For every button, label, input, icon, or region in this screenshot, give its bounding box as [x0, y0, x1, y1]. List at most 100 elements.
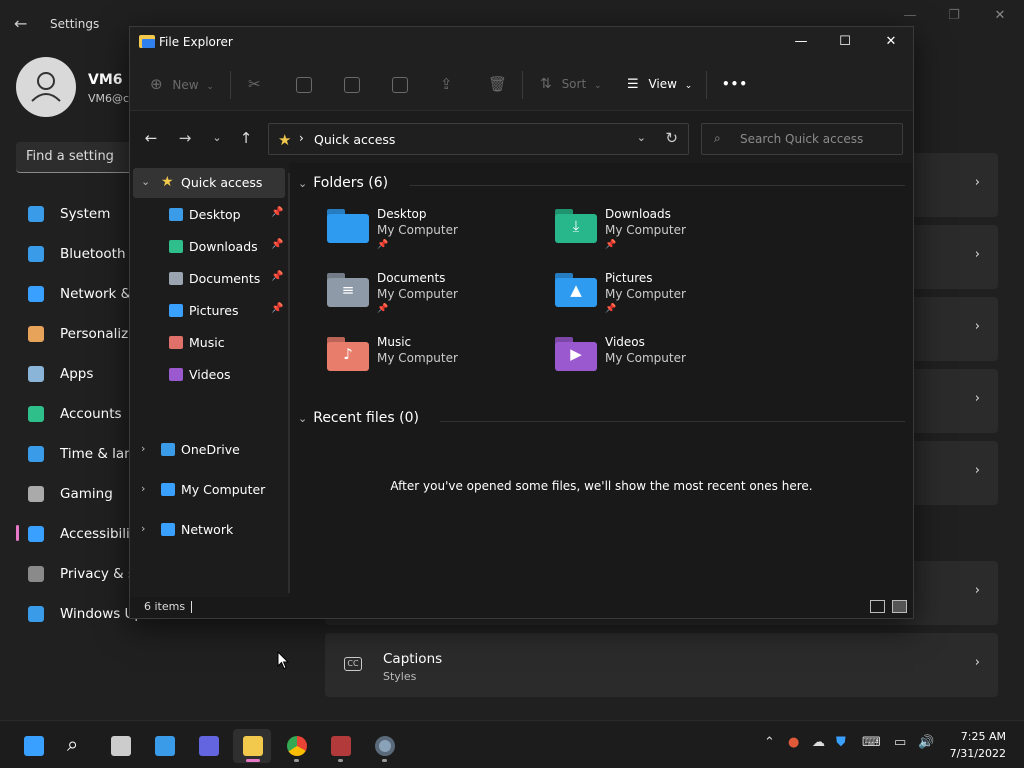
sidebar-item-label: My Computer [181, 482, 266, 497]
sidebar-item-system[interactable]: System [16, 196, 134, 232]
find-setting-input[interactable]: Find a setting [16, 142, 134, 173]
minimize-icon[interactable]: — [786, 31, 816, 53]
pin-icon[interactable]: 📌 [271, 271, 283, 282]
address-bar[interactable]: ★ › Quick access ⌄ ↻ [268, 123, 689, 155]
delete-icon[interactable]: 🗑 [488, 72, 507, 96]
view-list-icon: ☰ [627, 77, 639, 92]
pin-icon[interactable]: 📌 [271, 239, 283, 250]
search-input[interactable] [740, 130, 895, 148]
folder-glyph: ≡ [341, 281, 355, 299]
tiles-view-icon[interactable] [892, 600, 907, 613]
taskbar-widgets-button[interactable] [145, 729, 183, 763]
folder-tile-documents[interactable]: ≡ Documents My Computer 📌 [327, 271, 527, 325]
chevron-down-icon[interactable]: ⌄ [141, 175, 150, 188]
cut-icon[interactable]: ✂ [248, 72, 261, 96]
toolbar-divider [706, 71, 707, 99]
folder-tile-videos[interactable]: ▶ Videos My Computer [555, 335, 755, 389]
folder-tile-pictures[interactable]: ▲ Pictures My Computer 📌 [555, 271, 755, 325]
sort-button[interactable]: ⇅ Sort ⌄ [540, 72, 602, 96]
close-icon[interactable]: ✕ [988, 8, 1012, 26]
volume-icon[interactable]: 🔊 [918, 735, 934, 750]
folder-tile-downloads[interactable]: ⤓ Downloads My Computer 📌 [555, 207, 755, 261]
up-arrow-icon[interactable]: ↑ [235, 128, 257, 148]
keyboard-icon[interactable]: ⌨ [862, 735, 881, 750]
chevron-down-icon[interactable]: ⌄ [637, 131, 646, 144]
view-button[interactable]: ☰ View ⌄ [627, 72, 692, 96]
sidebar-item-documents[interactable]: Documents 📌 [133, 264, 285, 294]
minimize-icon[interactable]: — [898, 8, 922, 26]
new-button[interactable]: ⊕ New ⌄ [150, 72, 214, 96]
taskbar-file-explorer-button[interactable] [233, 729, 271, 763]
clock-date[interactable]: 7/31/2022 [946, 747, 1006, 760]
close-icon[interactable]: ✕ [876, 31, 906, 53]
sidebar-item-privacy-se[interactable]: Privacy & se [16, 556, 143, 592]
see-more-button[interactable]: ••• [722, 72, 748, 96]
folder-tile-music[interactable]: ♪ Music My Computer [327, 335, 527, 389]
clock-time[interactable]: 7:25 AM [948, 730, 1006, 743]
taskbar-chrome-button[interactable] [277, 729, 315, 763]
sidebar-item-onedrive[interactable]: › OneDrive [133, 435, 285, 465]
taskbar-task-view-button[interactable] [101, 729, 139, 763]
network-monitor-icon[interactable]: ▭ [894, 735, 906, 750]
apps-icon [28, 366, 44, 382]
sidebar-item-music[interactable]: Music [133, 328, 285, 358]
security-shield-icon[interactable]: ⛊ [836, 735, 846, 750]
chevron-right-icon: › [974, 247, 980, 262]
sidebar-item-personaliza[interactable]: Personaliza [16, 316, 137, 352]
avatar[interactable] [16, 57, 76, 117]
taskbar-search-button[interactable]: ⌕ [57, 729, 95, 763]
sidebar-item-windows-up[interactable]: Windows Up [16, 596, 143, 632]
sidebar-item-gaming[interactable]: Gaming [16, 476, 134, 512]
maximize-icon[interactable]: ☐ [830, 31, 860, 53]
sidebar-item-bluetooth[interactable]: Bluetooth & [16, 236, 140, 272]
taskbar-teams-chat-button[interactable] [189, 729, 227, 763]
sidebar-item-time-lang[interactable]: Time & lang [16, 436, 141, 472]
app-tray-icon[interactable]: ● [788, 735, 799, 750]
taskbar-settings-button[interactable] [365, 729, 403, 763]
captions-title: Captions [383, 651, 443, 667]
title-bar[interactable]: File Explorer — ☐ ✕ [130, 27, 913, 57]
recent-locations-chevron-icon[interactable]: ⌄ [206, 128, 228, 148]
folder-tile-desktop[interactable]: Desktop My Computer 📌 [327, 207, 527, 261]
restore-icon[interactable]: ❐ [942, 8, 966, 26]
folder-name: Pictures [605, 271, 653, 285]
folder-glyph: ⤓ [572, 217, 580, 235]
sidebar-item-label: Accounts [60, 406, 122, 422]
chevron-up-icon[interactable]: ⌃ [764, 735, 775, 750]
chevron-right-icon[interactable]: › [141, 442, 145, 455]
sidebar-item-desktop[interactable]: Desktop 📌 [133, 200, 285, 230]
details-view-icon[interactable] [870, 600, 885, 613]
sidebar-item-quick-access[interactable]: ⌄ ★ Quick access [133, 168, 285, 198]
sidebar-item-accounts[interactable]: Accounts [16, 396, 134, 432]
sidebar-item-videos[interactable]: Videos [133, 360, 285, 390]
taskbar-start-button[interactable] [14, 729, 52, 763]
copy-icon[interactable] [296, 72, 312, 96]
paste-icon[interactable] [344, 72, 360, 96]
sidebar-item-apps[interactable]: Apps [16, 356, 134, 392]
taskbar-winrar-button[interactable] [321, 729, 359, 763]
rename-icon[interactable] [392, 72, 408, 96]
sidebar-item-downloads[interactable]: Downloads 📌 [133, 232, 285, 262]
back-arrow-icon[interactable]: ← [140, 128, 162, 148]
sidebar-item-network[interactable]: › Network [133, 515, 285, 545]
folders-group-header[interactable]: ⌄ Folders (6) [298, 175, 388, 191]
search-box[interactable]: ⌕ [701, 123, 903, 155]
chevron-right-icon[interactable]: › [141, 522, 145, 535]
recent-group-header[interactable]: ⌄ Recent files (0) [298, 410, 419, 426]
breadcrumb[interactable]: Quick access [314, 132, 395, 147]
cloud-offline-icon[interactable]: ☁ [812, 735, 825, 750]
pin-icon[interactable]: 📌 [271, 303, 283, 314]
back-arrow-icon[interactable]: ← [14, 14, 34, 34]
network-icon [161, 523, 175, 536]
sidebar-item-my-computer[interactable]: › My Computer [133, 475, 285, 505]
sidebar-item-pictures[interactable]: Pictures 📌 [133, 296, 285, 326]
forward-arrow-icon[interactable]: → [174, 128, 196, 148]
chevron-down-icon: ⌄ [594, 81, 602, 91]
sidebar-item-accessibility[interactable]: Accessibility [16, 516, 143, 552]
folders-group-label: Folders (6) [313, 175, 389, 191]
pin-icon[interactable]: 📌 [271, 207, 283, 218]
share-icon[interactable]: ⇪ [440, 72, 453, 96]
sidebar-item-network[interactable]: Network & [16, 276, 134, 312]
chevron-right-icon[interactable]: › [141, 482, 145, 495]
refresh-icon[interactable]: ↻ [665, 129, 678, 147]
